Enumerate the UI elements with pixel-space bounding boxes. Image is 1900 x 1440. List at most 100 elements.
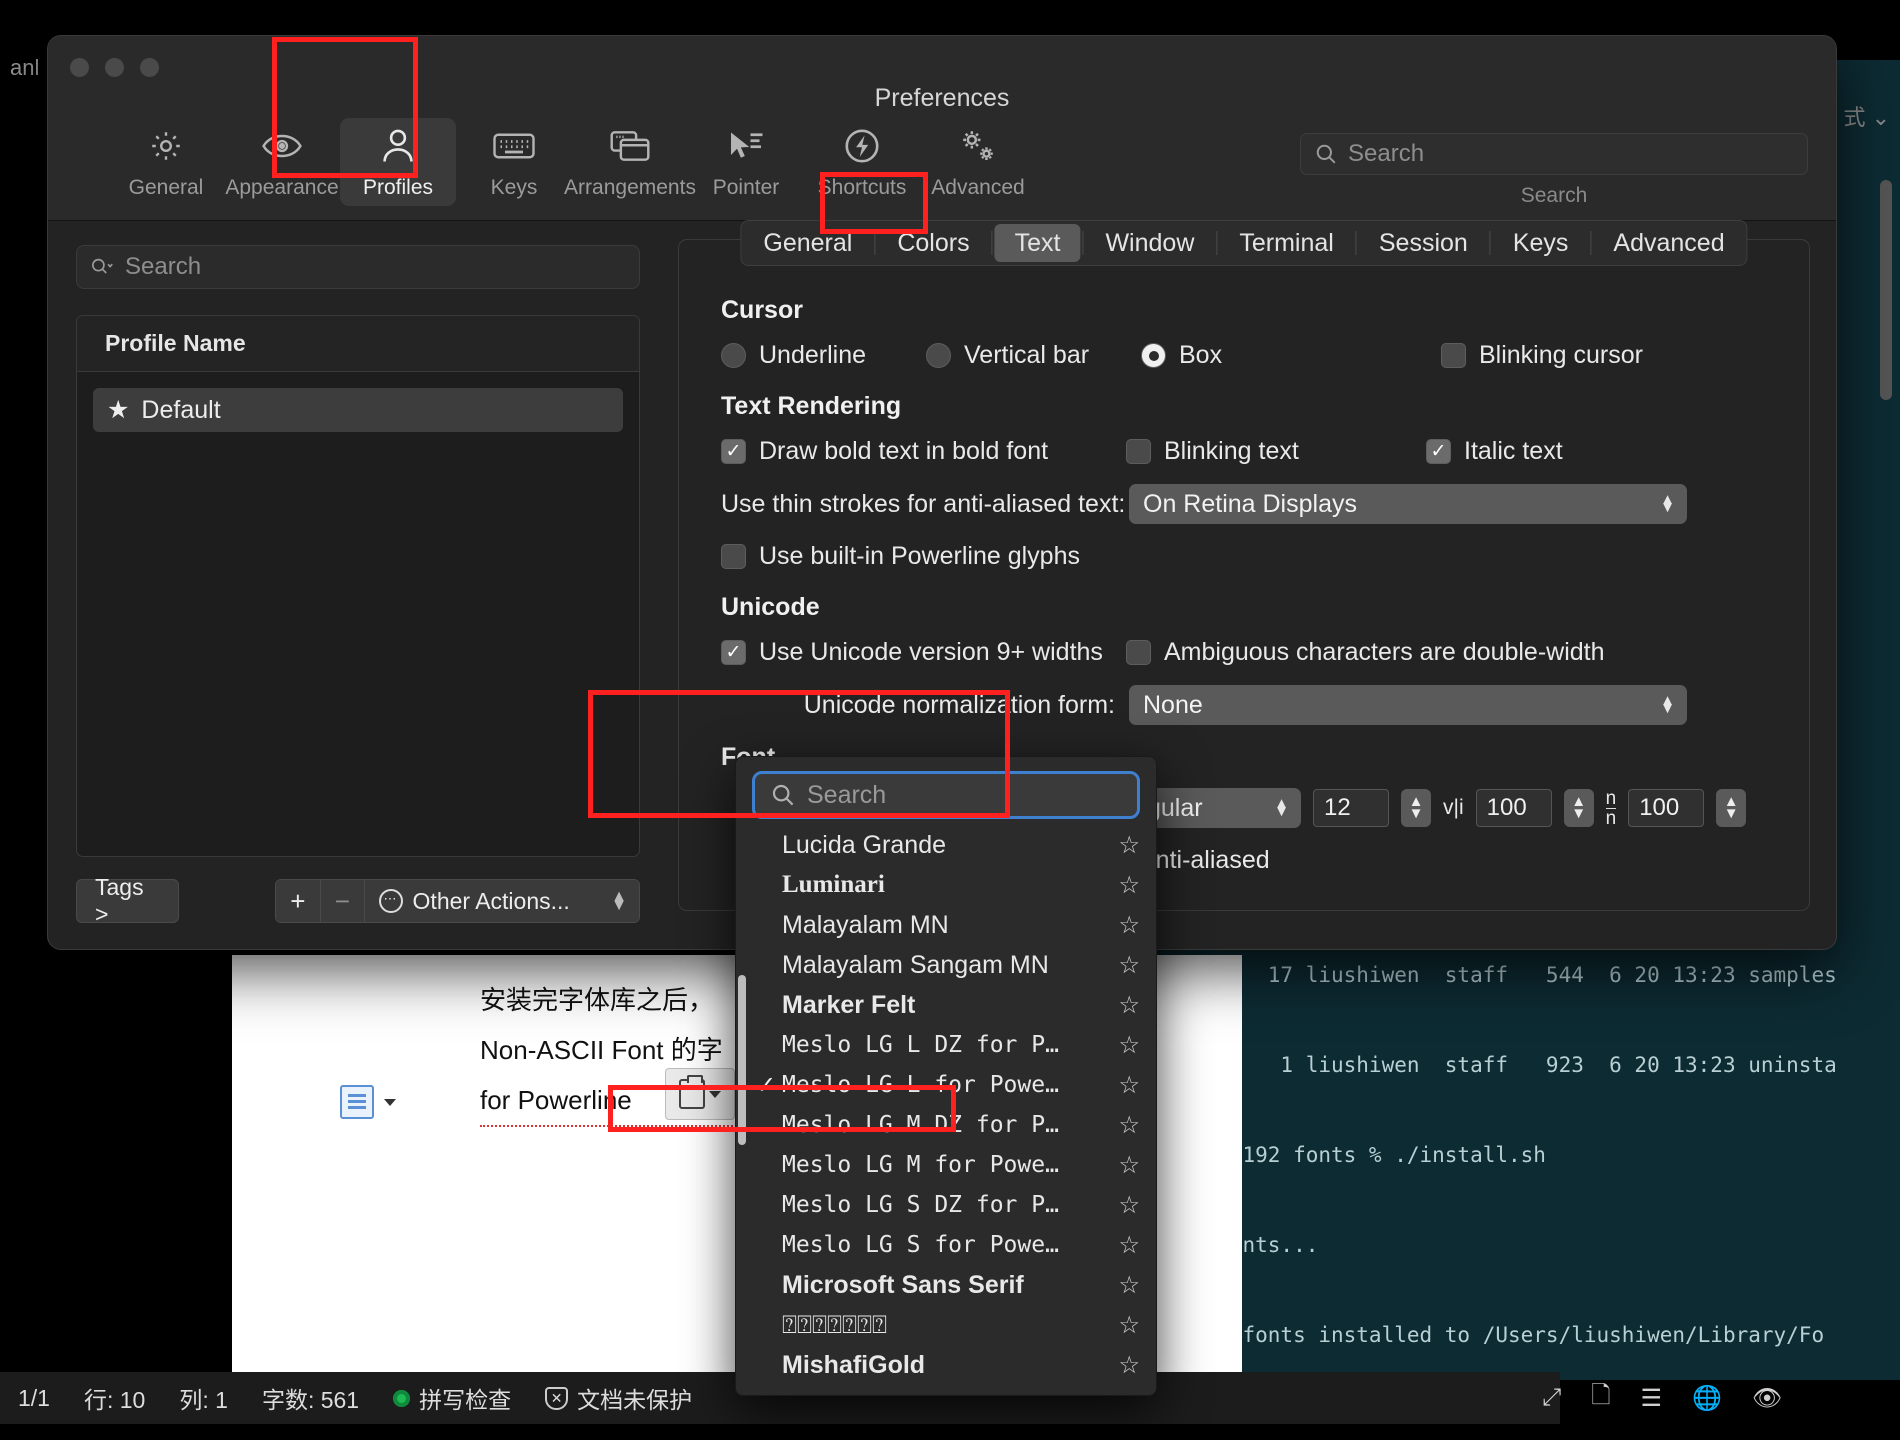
minimize-button[interactable]	[105, 58, 124, 77]
expand-icon[interactable]: ⤢	[1542, 1384, 1561, 1412]
font-list-item[interactable]: Meslo LG S DZ for P… ☆	[736, 1185, 1156, 1225]
profile-search-input[interactable]: Search	[76, 245, 640, 289]
font-list-scrollbar[interactable]	[738, 975, 746, 1145]
powerline-glyphs-checkbox[interactable]: Use built-in Powerline glyphs	[721, 542, 1080, 571]
checkbox-icon-checked[interactable]: ✓	[721, 640, 746, 665]
tab-general[interactable]: General	[743, 224, 872, 262]
font-list-item-selected[interactable]: ✓ Meslo LG L for Powe… ☆	[736, 1065, 1156, 1105]
font-list[interactable]: Lucida Grande ☆ Luminari ☆ Malayalam MN …	[736, 825, 1156, 1385]
star-outline-icon[interactable]: ☆	[1118, 1151, 1140, 1180]
toolbar-item-profiles[interactable]: Profiles	[340, 118, 456, 206]
document-inline-icons[interactable]	[340, 1085, 396, 1119]
status-spellcheck[interactable]: 拼写检查	[393, 1381, 511, 1415]
star-outline-icon[interactable]: ☆	[1118, 1031, 1140, 1060]
eye-icon[interactable]: 👁	[1752, 1384, 1782, 1413]
tags-button[interactable]: Tags >	[76, 874, 179, 927]
font-list-item[interactable]: Marker Felt ☆	[736, 985, 1156, 1025]
toolbar-item-keys[interactable]: Keys	[456, 118, 572, 206]
line-height-stepper[interactable]: ▲ ▼	[1716, 789, 1747, 827]
star-outline-icon[interactable]: ☆	[1118, 1271, 1140, 1300]
profiles-column-header[interactable]: Profile Name	[77, 316, 639, 372]
background-scrollbar[interactable]	[1880, 180, 1892, 400]
star-outline-icon[interactable]: ☆	[1118, 831, 1140, 860]
globe-icon[interactable]: 🌐	[1692, 1384, 1722, 1413]
tab-terminal[interactable]: Terminal	[1219, 224, 1353, 262]
letter-spacing-input[interactable]: 100	[1475, 789, 1552, 827]
thin-strokes-select[interactable]: On Retina Displays ▲ ▼	[1129, 484, 1687, 524]
font-list-item[interactable]: Lucida Grande ☆	[736, 825, 1156, 865]
tab-session[interactable]: Session	[1359, 224, 1488, 262]
cursor-option-vertical-bar[interactable]: Vertical bar	[926, 341, 1141, 370]
draw-bold-checkbox[interactable]: ✓ Draw bold text in bold font	[721, 437, 1126, 466]
font-list-item[interactable]: MishafiGold ☆	[736, 1345, 1156, 1385]
paste-button[interactable]	[665, 1068, 735, 1120]
star-outline-icon[interactable]: ☆	[1118, 1071, 1140, 1100]
blinking-text-checkbox[interactable]: Blinking text	[1126, 437, 1426, 466]
toolbar-item-appearance[interactable]: Appearance	[224, 118, 340, 206]
checkbox-icon-checked[interactable]: ✓	[721, 439, 746, 464]
remove-profile-button[interactable]: −	[321, 880, 365, 922]
font-list-item[interactable]: Meslo LG M for Powe… ☆	[736, 1145, 1156, 1185]
star-outline-icon[interactable]: ☆	[1118, 991, 1140, 1020]
caret-down-icon[interactable]	[709, 1090, 721, 1098]
toolbar-item-shortcuts[interactable]: Shortcuts	[804, 118, 920, 206]
font-list-item[interactable]: Meslo LG S for Powe… ☆	[736, 1225, 1156, 1265]
other-actions-button[interactable]: ⋯ Other Actions... ▲ ▼	[364, 880, 639, 922]
star-outline-icon[interactable]: ☆	[1118, 1351, 1140, 1380]
star-outline-icon[interactable]: ☆	[1118, 871, 1140, 900]
ambiguous-chars-checkbox[interactable]: Ambiguous characters are double-width	[1126, 638, 1605, 667]
unicode-normalization-select[interactable]: None ▲ ▼	[1129, 685, 1687, 725]
star-outline-icon[interactable]: ☆	[1118, 1231, 1140, 1260]
letter-spacing-stepper[interactable]: ▲ ▼	[1563, 789, 1594, 827]
document-icon[interactable]	[340, 1085, 374, 1119]
font-list-item[interactable]: Meslo LG L DZ for P… ☆	[736, 1025, 1156, 1065]
star-outline-icon[interactable]: ☆	[1118, 1311, 1140, 1340]
cursor-option-underline[interactable]: Underline	[721, 341, 926, 370]
maximize-button[interactable]	[140, 58, 159, 77]
unicode-version9-checkbox[interactable]: ✓ Use Unicode version 9+ widths	[721, 638, 1126, 667]
cursor-option-box[interactable]: Box	[1141, 341, 1441, 370]
toolbar-item-general[interactable]: General	[108, 118, 224, 206]
tab-advanced[interactable]: Advanced	[1593, 224, 1744, 262]
radio-icon[interactable]	[721, 343, 746, 368]
checkbox-icon-checked[interactable]: ✓	[1426, 439, 1451, 464]
close-button[interactable]	[70, 58, 89, 77]
font-list-item[interactable]: Malayalam Sangam MN ☆	[736, 945, 1156, 985]
radio-icon[interactable]	[926, 343, 951, 368]
tab-colors[interactable]: Colors	[877, 224, 989, 262]
font-list-item[interactable]: Meslo LG M DZ for P… ☆	[736, 1105, 1156, 1145]
line-height-input[interactable]: 100	[1628, 789, 1705, 827]
tab-text[interactable]: Text	[994, 224, 1081, 262]
radio-icon-selected[interactable]	[1141, 343, 1166, 368]
star-outline-icon[interactable]: ☆	[1118, 911, 1140, 940]
blinking-cursor-checkbox[interactable]: Blinking cursor	[1441, 341, 1643, 370]
tab-window[interactable]: Window	[1085, 224, 1214, 262]
font-size-stepper[interactable]: ▲ ▼	[1401, 789, 1431, 827]
font-list-item[interactable]: ⍰⍰⍰⍰⍰⍰⍰ ☆	[736, 1305, 1156, 1345]
checkbox-icon[interactable]	[721, 544, 746, 569]
toolbar-item-arrangements[interactable]: Arrangements	[564, 118, 696, 206]
toolbar-search-input[interactable]: Search	[1300, 133, 1808, 175]
edge-menu-label[interactable]: 式 ⌄	[1843, 100, 1890, 132]
status-protection[interactable]: ✕ 文档未保护	[545, 1381, 692, 1415]
star-outline-icon[interactable]: ☆	[1118, 1111, 1140, 1140]
profile-row-default[interactable]: ★ Default	[93, 388, 623, 432]
star-outline-icon[interactable]: ☆	[1118, 1191, 1140, 1220]
star-outline-icon[interactable]: ☆	[1118, 951, 1140, 980]
font-search-input[interactable]: Search	[752, 771, 1140, 819]
toolbar-item-pointer[interactable]: Pointer	[688, 118, 804, 206]
checkbox-icon[interactable]	[1441, 343, 1466, 368]
font-list-item[interactable]: Microsoft Sans Serif ☆	[736, 1265, 1156, 1305]
add-profile-button[interactable]: +	[275, 880, 322, 922]
page-icon[interactable]: 🗋	[1591, 1378, 1610, 1419]
font-size-input[interactable]: 12	[1313, 789, 1389, 827]
italic-text-checkbox[interactable]: ✓ Italic text	[1426, 437, 1563, 466]
tab-keys[interactable]: Keys	[1493, 224, 1589, 262]
toolbar-item-advanced[interactable]: Advanced	[920, 118, 1036, 206]
caret-down-icon[interactable]	[384, 1098, 396, 1106]
font-list-item[interactable]: Malayalam MN ☆	[736, 905, 1156, 945]
checkbox-icon[interactable]	[1126, 640, 1151, 665]
font-list-item[interactable]: Luminari ☆	[736, 865, 1156, 905]
list-icon[interactable]: ☰	[1641, 1384, 1663, 1413]
window-controls[interactable]	[70, 58, 159, 77]
